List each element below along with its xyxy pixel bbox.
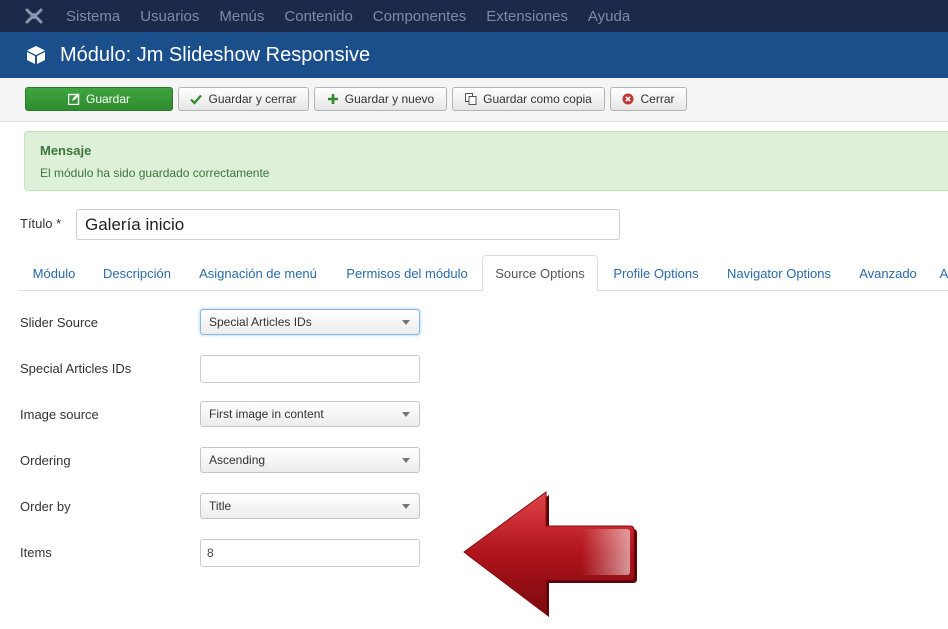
tab-profile-options[interactable]: Profile Options	[598, 255, 714, 291]
page-title: Módulo: Jm Slideshow Responsive	[60, 43, 371, 66]
save-close-button[interactable]: Guardar y cerrar	[178, 87, 309, 111]
special-ids-input[interactable]	[200, 355, 420, 383]
check-icon	[190, 94, 203, 105]
chevron-down-icon	[402, 412, 410, 417]
close-label: Cerrar	[640, 92, 675, 106]
order-by-label: Order by	[20, 499, 71, 514]
slider-source-select[interactable]: Special Articles IDs	[200, 309, 420, 335]
menu-usuarios[interactable]: Usuarios	[140, 8, 199, 25]
copy-icon	[465, 93, 477, 105]
chevron-down-icon	[402, 504, 410, 509]
menu-sistema[interactable]: Sistema	[66, 8, 120, 25]
tab-source-options[interactable]: Source Options	[482, 255, 598, 291]
save-close-label: Guardar y cerrar	[208, 92, 297, 106]
tab-asignacion-menu[interactable]: Asignación de menú	[184, 255, 332, 291]
tab-bar: Módulo Descripción Asignación de menú Pe…	[0, 255, 948, 291]
save-copy-button[interactable]: Guardar como copia	[452, 87, 605, 111]
title-label: Título *	[20, 216, 62, 231]
page-header: Módulo: Jm Slideshow Responsive	[0, 32, 948, 78]
edit-icon	[67, 93, 80, 105]
red-arrow-icon	[463, 491, 637, 617]
slider-source-value: Special Articles IDs	[209, 315, 312, 329]
success-message: Mensaje El módulo ha sido guardado corre…	[24, 131, 948, 191]
ordering-value: Ascending	[209, 453, 266, 467]
message-text: El módulo ha sido guardado correctamente	[40, 166, 270, 180]
tab-permisos-modulo[interactable]: Permisos del módulo	[332, 255, 482, 291]
close-button[interactable]: Cerrar	[610, 87, 687, 111]
slider-source-label: Slider Source	[20, 315, 99, 330]
save-button[interactable]: Guardar	[25, 87, 173, 111]
order-by-value: Title	[209, 499, 232, 513]
order-by-select[interactable]: Title	[200, 493, 420, 519]
menu-extensiones[interactable]: Extensiones	[486, 8, 568, 25]
save-new-button[interactable]: Guardar y nuevo	[314, 87, 447, 111]
special-ids-label: Special Articles IDs	[20, 361, 132, 376]
chevron-down-icon	[402, 458, 410, 463]
save-copy-label: Guardar como copia	[483, 92, 592, 106]
plus-icon	[327, 94, 338, 104]
top-navbar: Sistema Usuarios Menús Contenido Compone…	[0, 0, 948, 32]
joomla-icon[interactable]	[22, 4, 46, 28]
tab-modulo[interactable]: Módulo	[18, 255, 90, 291]
cube-icon	[24, 43, 48, 67]
chevron-down-icon	[402, 320, 410, 325]
tab-overflow[interactable]: A	[932, 255, 948, 291]
items-label: Items	[20, 545, 52, 560]
message-heading: Mensaje	[40, 143, 92, 158]
image-source-label: Image source	[20, 407, 99, 422]
tab-avanzado[interactable]: Avanzado	[844, 255, 932, 291]
title-input[interactable]	[76, 209, 620, 240]
menu-componentes[interactable]: Componentes	[373, 8, 466, 25]
image-source-select[interactable]: First image in content	[200, 401, 420, 427]
ordering-select[interactable]: Ascending	[200, 447, 420, 473]
ordering-label: Ordering	[20, 453, 71, 468]
toolbar: Guardar Guardar y cerrar Guardar y nuevo…	[0, 78, 948, 122]
menu-menus[interactable]: Menús	[219, 8, 264, 25]
close-icon	[622, 93, 634, 105]
tab-descripcion[interactable]: Descripción	[90, 255, 184, 291]
image-source-value: First image in content	[209, 407, 324, 421]
save-new-label: Guardar y nuevo	[344, 92, 435, 106]
save-label: Guardar	[85, 92, 131, 106]
menu-contenido[interactable]: Contenido	[284, 8, 352, 25]
items-input[interactable]: 8	[200, 539, 420, 567]
menu-ayuda[interactable]: Ayuda	[588, 8, 630, 25]
tab-navigator-options[interactable]: Navigator Options	[714, 255, 844, 291]
